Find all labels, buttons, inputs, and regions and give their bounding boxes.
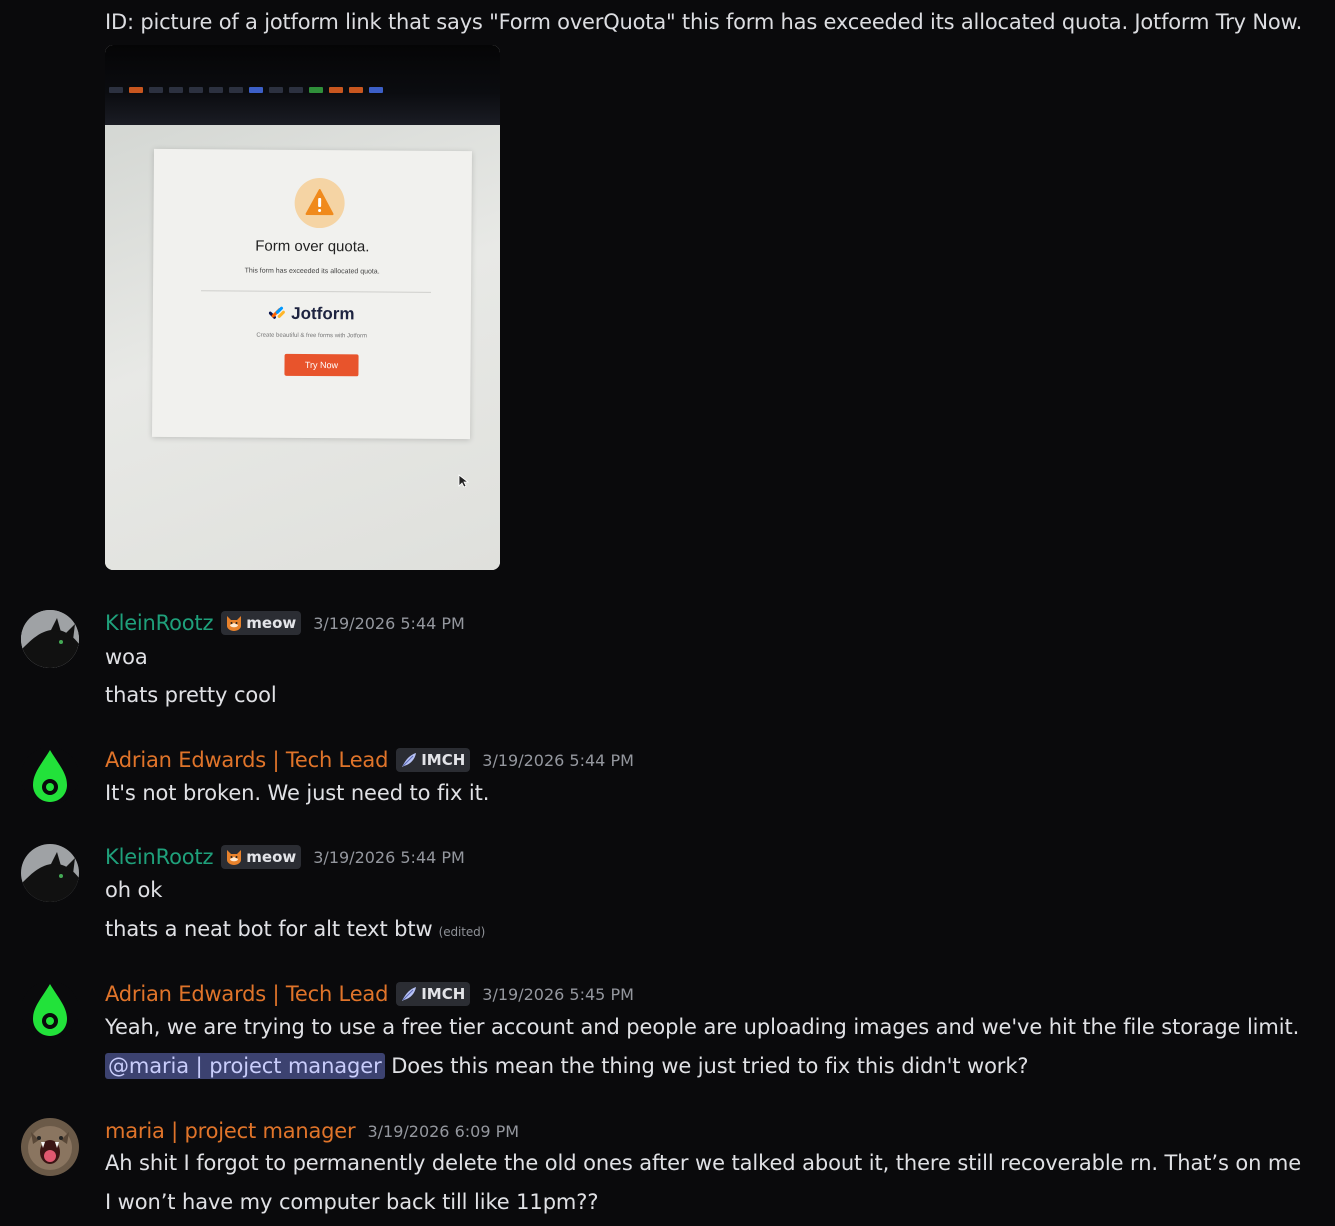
avatar[interactable] <box>21 844 79 902</box>
message-text: I won’t have my computer back till like … <box>105 1190 599 1214</box>
user-tag-label: meow <box>246 848 297 866</box>
message-text: It's not broken. We just need to fix it. <box>105 781 490 805</box>
mouse-cursor-icon <box>458 474 470 488</box>
avatar[interactable] <box>21 981 79 1039</box>
username[interactable]: maria | project manager <box>105 1119 356 1143</box>
user-mention[interactable]: @maria | project manager <box>105 1053 385 1079</box>
message-text: woa <box>105 645 148 669</box>
feather-icon <box>402 987 417 1001</box>
user-tag-label: IMCH <box>421 985 466 1003</box>
black-cat-avatar-icon <box>21 610 79 668</box>
timestamp: 3/19/2026 6:09 PM <box>367 1121 520 1141</box>
message-text: thats pretty cool <box>105 683 277 707</box>
avatar[interactable] <box>21 1118 79 1176</box>
alt-text-message: ID: picture of a jotform link that says … <box>105 10 1303 34</box>
jotform-brand: Jotform <box>153 303 471 325</box>
timestamp: 3/19/2026 5:44 PM <box>313 847 465 867</box>
message-header: Adrian Edwards | Tech Lead IMCH 3/19/202… <box>105 982 634 1006</box>
user-tag[interactable]: meow <box>221 845 302 869</box>
jotform-brand-label: Jotform <box>291 303 355 324</box>
message-text: thats a neat bot for alt text btw <box>105 917 433 941</box>
message-header: Adrian Edwards | Tech Lead IMCH 3/19/202… <box>105 748 634 772</box>
message-text: Yeah, we are trying to use a free tier a… <box>105 1015 1300 1039</box>
photo-browser-tabs <box>105 83 500 97</box>
timestamp: 3/19/2026 5:45 PM <box>482 984 634 1004</box>
message-text: Ah shit I forgot to permanently delete t… <box>105 1151 1302 1175</box>
username[interactable]: Adrian Edwards | Tech Lead <box>105 748 388 772</box>
cat-yawning-avatar-icon <box>21 1118 79 1176</box>
green-leaf-logo-icon <box>21 747 79 805</box>
username[interactable]: KleinRootz <box>105 611 213 635</box>
try-now-button: Try Now <box>284 353 359 377</box>
shiba-face-icon <box>227 616 242 631</box>
avatar[interactable] <box>21 610 79 668</box>
user-tag[interactable]: IMCH <box>396 748 471 772</box>
message-text: Does this mean the thing we just tried t… <box>384 1054 1029 1078</box>
jotform-title: Form over quota. <box>255 237 370 256</box>
green-leaf-logo-icon <box>21 981 79 1039</box>
jotform-logo-icon <box>269 306 286 319</box>
image-attachment[interactable]: Form over quota. This form has exceeded … <box>105 45 500 570</box>
avatar[interactable] <box>21 747 79 805</box>
black-cat-avatar-icon <box>21 844 79 902</box>
message-text-line: thats a neat bot for alt text btw (edited… <box>105 917 485 941</box>
jotform-subtitle: This form has exceeded its allocated quo… <box>244 267 380 276</box>
message-text: oh ok <box>105 878 163 902</box>
feather-icon <box>402 753 417 767</box>
divider <box>201 290 432 293</box>
username[interactable]: KleinRootz <box>105 845 213 869</box>
warning-icon <box>294 177 345 229</box>
user-tag-label: meow <box>246 614 297 632</box>
shiba-face-icon <box>227 850 242 865</box>
edited-label: (edited) <box>438 925 486 939</box>
timestamp: 3/19/2026 5:44 PM <box>313 613 465 633</box>
message-header: KleinRootz meow 3/19/2026 5:44 PM <box>105 611 465 635</box>
username[interactable]: Adrian Edwards | Tech Lead <box>105 982 388 1006</box>
message-text-line: @maria | project manager Does this mean … <box>105 1053 1029 1079</box>
user-tag[interactable]: meow <box>221 611 302 635</box>
photo-browser-bar <box>105 45 500 125</box>
jotform-tagline: Create beautiful & free forms with Jotfo… <box>256 332 368 340</box>
message-header: maria | project manager 3/19/2026 6:09 P… <box>105 1119 519 1143</box>
jotform-card: Form over quota. This form has exceeded … <box>151 148 473 440</box>
user-tag-label: IMCH <box>421 751 466 769</box>
timestamp: 3/19/2026 5:44 PM <box>482 750 634 770</box>
chat-log: ID: picture of a jotform link that says … <box>0 0 1335 1226</box>
message-header: KleinRootz meow 3/19/2026 5:44 PM <box>105 845 465 869</box>
photo-screen: Form over quota. This form has exceeded … <box>105 125 500 570</box>
user-tag[interactable]: IMCH <box>396 982 471 1006</box>
